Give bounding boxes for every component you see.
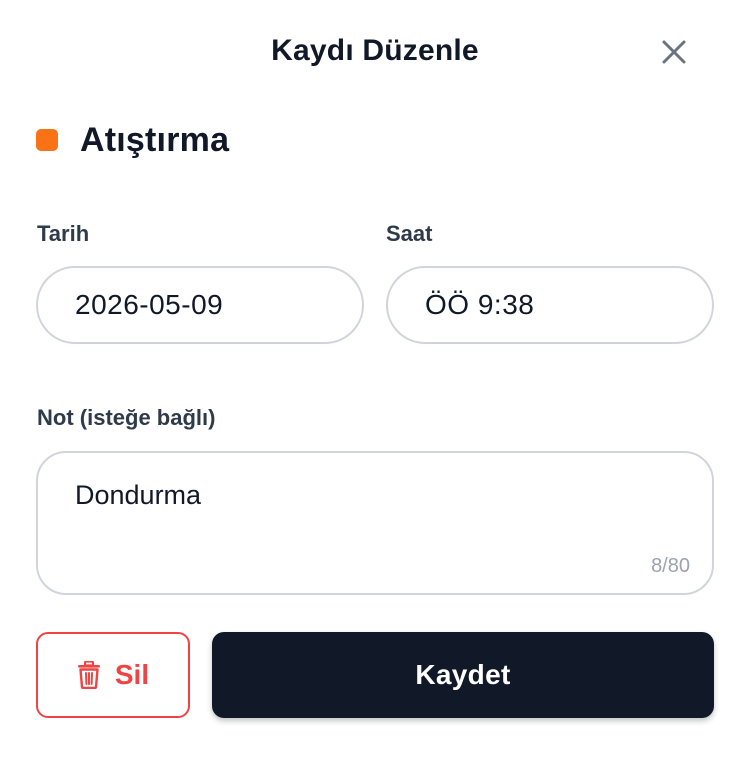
time-input[interactable]: ÖÖ 9:38 [386,266,714,344]
date-value: 2026-05-09 [75,289,224,320]
note-label: Not (isteğe bağlı) [37,405,216,430]
date-label: Tarih [37,221,90,246]
delete-button[interactable]: Sil [36,632,190,718]
dialog-title: Kaydı Düzenle [271,34,479,67]
category-header: Atıştırma [36,118,229,162]
date-input[interactable]: 2026-05-09 [36,266,364,344]
category-label: Atıştırma [80,121,230,159]
note-textarea[interactable]: Dondurma 8/80 [36,451,714,595]
save-button-label: Kaydet [415,659,511,690]
time-value: ÖÖ 9:38 [425,289,535,320]
time-label: Saat [386,221,433,246]
close-icon [662,40,686,64]
trash-icon [77,661,100,689]
edit-entry-dialog: Kaydı Düzenle Atıştırma Tarih Saat 2026-… [0,0,750,763]
save-button[interactable]: Kaydet [212,632,714,718]
note-value: Dondurma [75,480,202,510]
close-button[interactable] [652,30,696,74]
category-color-dot [36,129,58,151]
note-char-counter: 8/80 [651,555,690,577]
delete-button-label: Sil [114,659,150,690]
